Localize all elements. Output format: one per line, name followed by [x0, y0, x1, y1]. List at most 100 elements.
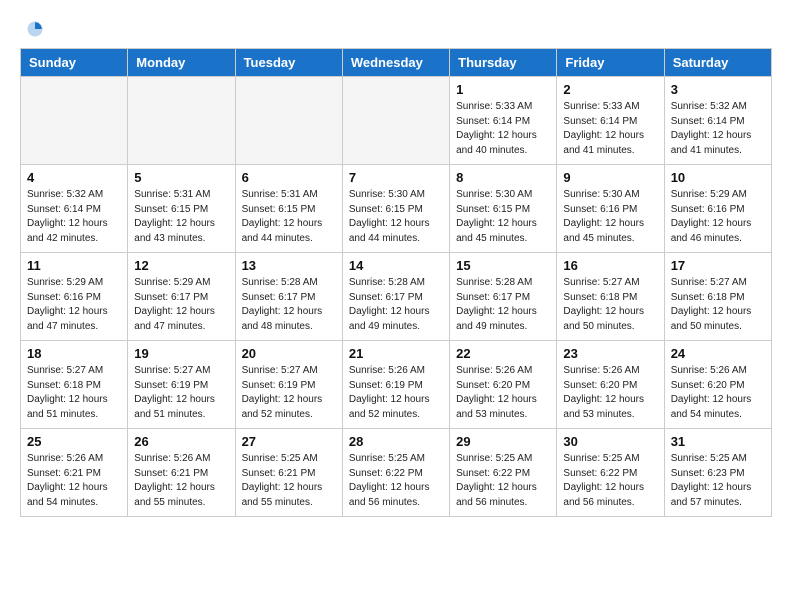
calendar-week-1: 1Sunrise: 5:33 AMSunset: 6:14 PMDaylight… — [21, 77, 772, 165]
day-info: Sunrise: 5:25 AMSunset: 6:22 PMDaylight:… — [349, 452, 443, 510]
day-info: Sunrise: 5:29 AMSunset: 6:17 PMDaylight:… — [134, 276, 228, 334]
day-info: Sunrise: 5:25 AMSunset: 6:21 PMDaylight:… — [242, 452, 336, 510]
day-info: Sunrise: 5:27 AMSunset: 6:18 PMDaylight:… — [563, 276, 657, 334]
day-number: 22 — [456, 346, 550, 361]
day-number: 29 — [456, 434, 550, 449]
day-number: 28 — [349, 434, 443, 449]
calendar-cell — [21, 77, 128, 165]
calendar-cell: 20 Sunrise: 5:27 AMSunset: 6:19 PMDayligh… — [235, 341, 342, 429]
weekday-header-wednesday: Wednesday — [342, 49, 449, 77]
calendar-cell: 10Sunrise: 5:29 AMSunset: 6:16 PMDayligh… — [664, 165, 771, 253]
calendar-cell: 16Sunrise: 5:27 AMSunset: 6:18 PMDayligh… — [557, 253, 664, 341]
calendar-cell: 24Sunrise: 5:26 AMSunset: 6:20 PMDayligh… — [664, 341, 771, 429]
calendar-cell: 13 Sunrise: 5:28 AMSunset: 6:17 PMDayligh… — [235, 253, 342, 341]
day-number: 12 — [134, 258, 228, 273]
calendar-cell: 12 Sunrise: 5:29 AMSunset: 6:17 PMDayligh… — [128, 253, 235, 341]
calendar-cell — [235, 77, 342, 165]
calendar-cell: 2 Sunrise: 5:33 AMSunset: 6:14 PMDaylight… — [557, 77, 664, 165]
day-info: Sunrise: 5:27 AMSunset: 6:19 PMDaylight:… — [242, 364, 336, 422]
day-number: 14 — [349, 258, 443, 273]
day-number: 2 — [563, 82, 657, 97]
calendar-cell: 18 Sunrise: 5:27 AMSunset: 6:18 PMDayligh… — [21, 341, 128, 429]
day-number: 21 — [349, 346, 443, 361]
calendar-cell: 1Sunrise: 5:33 AMSunset: 6:14 PMDaylight… — [450, 77, 557, 165]
day-info: Sunrise: 5:26 AMSunset: 6:20 PMDaylight:… — [563, 364, 657, 422]
calendar-cell: 14Sunrise: 5:28 AMSunset: 6:17 PMDayligh… — [342, 253, 449, 341]
calendar-cell: 7Sunrise: 5:30 AMSunset: 6:15 PMDaylight… — [342, 165, 449, 253]
day-number: 9 — [563, 170, 657, 185]
calendar-cell: 31 Sunrise: 5:25 AMSunset: 6:23 PMDayligh… — [664, 429, 771, 517]
calendar-cell: 29 Sunrise: 5:25 AMSunset: 6:22 PMDayligh… — [450, 429, 557, 517]
calendar-cell: 30 Sunrise: 5:25 AMSunset: 6:22 PMDayligh… — [557, 429, 664, 517]
day-number: 18 — [27, 346, 121, 361]
day-info: Sunrise: 5:31 AMSunset: 6:15 PMDaylight:… — [134, 188, 228, 246]
page-header — [20, 20, 772, 38]
calendar-cell: 23 Sunrise: 5:26 AMSunset: 6:20 PMDayligh… — [557, 341, 664, 429]
day-number: 8 — [456, 170, 550, 185]
day-number: 31 — [671, 434, 765, 449]
logo-icon — [26, 20, 44, 38]
day-number: 4 — [27, 170, 121, 185]
day-number: 26 — [134, 434, 228, 449]
weekday-header-tuesday: Tuesday — [235, 49, 342, 77]
weekday-header-sunday: Sunday — [21, 49, 128, 77]
calendar-cell: 27Sunrise: 5:25 AMSunset: 6:21 PMDayligh… — [235, 429, 342, 517]
calendar-week-5: 25 Sunrise: 5:26 AMSunset: 6:21 PMDayligh… — [21, 429, 772, 517]
calendar-cell: 21 Sunrise: 5:26 AMSunset: 6:19 PMDayligh… — [342, 341, 449, 429]
day-number: 15 — [456, 258, 550, 273]
day-number: 30 — [563, 434, 657, 449]
calendar-cell: 6 Sunrise: 5:31 AMSunset: 6:15 PMDaylight… — [235, 165, 342, 253]
weekday-header-monday: Monday — [128, 49, 235, 77]
weekday-header-friday: Friday — [557, 49, 664, 77]
calendar-table: SundayMondayTuesdayWednesdayThursdayFrid… — [20, 48, 772, 517]
day-info: Sunrise: 5:25 AMSunset: 6:22 PMDaylight:… — [563, 452, 657, 510]
day-info: Sunrise: 5:26 AMSunset: 6:20 PMDaylight:… — [456, 364, 550, 422]
day-info: Sunrise: 5:30 AMSunset: 6:15 PMDaylight:… — [456, 188, 550, 246]
weekday-header-saturday: Saturday — [664, 49, 771, 77]
calendar-cell: 17 Sunrise: 5:27 AMSunset: 6:18 PMDayligh… — [664, 253, 771, 341]
day-number: 3 — [671, 82, 765, 97]
day-info: Sunrise: 5:27 AMSunset: 6:18 PMDaylight:… — [671, 276, 765, 334]
calendar-week-2: 4 Sunrise: 5:32 AMSunset: 6:14 PMDaylight… — [21, 165, 772, 253]
calendar-cell: 9 Sunrise: 5:30 AMSunset: 6:16 PMDaylight… — [557, 165, 664, 253]
day-number: 17 — [671, 258, 765, 273]
calendar-cell: 5Sunrise: 5:31 AMSunset: 6:15 PMDaylight… — [128, 165, 235, 253]
calendar-cell: 25Sunrise: 5:26 AMSunset: 6:21 PMDayligh… — [21, 429, 128, 517]
day-number: 11 — [27, 258, 121, 273]
day-number: 6 — [242, 170, 336, 185]
day-info: Sunrise: 5:25 AMSunset: 6:22 PMDaylight:… — [456, 452, 550, 510]
day-info: Sunrise: 5:26 AMSunset: 6:19 PMDaylight:… — [349, 364, 443, 422]
calendar-cell: 22 Sunrise: 5:26 AMSunset: 6:20 PMDayligh… — [450, 341, 557, 429]
day-info: Sunrise: 5:27 AMSunset: 6:18 PMDaylight:… — [27, 364, 121, 422]
day-number: 24 — [671, 346, 765, 361]
day-info: Sunrise: 5:30 AMSunset: 6:16 PMDaylight:… — [563, 188, 657, 246]
day-info: Sunrise: 5:33 AMSunset: 6:14 PMDaylight:… — [456, 100, 550, 158]
calendar-cell: 19 Sunrise: 5:27 AMSunset: 6:19 PMDayligh… — [128, 341, 235, 429]
day-info: Sunrise: 5:32 AMSunset: 6:14 PMDaylight:… — [671, 100, 765, 158]
day-info: Sunrise: 5:29 AMSunset: 6:16 PMDaylight:… — [27, 276, 121, 334]
calendar-cell — [128, 77, 235, 165]
calendar-cell: 26 Sunrise: 5:26 AMSunset: 6:21 PMDayligh… — [128, 429, 235, 517]
day-info: Sunrise: 5:28 AMSunset: 6:17 PMDaylight:… — [242, 276, 336, 334]
day-info: Sunrise: 5:30 AMSunset: 6:15 PMDaylight:… — [349, 188, 443, 246]
day-info: Sunrise: 5:25 AMSunset: 6:23 PMDaylight:… — [671, 452, 765, 510]
day-info: Sunrise: 5:26 AMSunset: 6:21 PMDaylight:… — [134, 452, 228, 510]
day-number: 10 — [671, 170, 765, 185]
calendar-cell: 8 Sunrise: 5:30 AMSunset: 6:15 PMDaylight… — [450, 165, 557, 253]
day-info: Sunrise: 5:28 AMSunset: 6:17 PMDaylight:… — [456, 276, 550, 334]
day-info: Sunrise: 5:31 AMSunset: 6:15 PMDaylight:… — [242, 188, 336, 246]
weekday-header-thursday: Thursday — [450, 49, 557, 77]
day-info: Sunrise: 5:27 AMSunset: 6:19 PMDaylight:… — [134, 364, 228, 422]
calendar-cell: 11 Sunrise: 5:29 AMSunset: 6:16 PMDayligh… — [21, 253, 128, 341]
day-number: 19 — [134, 346, 228, 361]
day-number: 20 — [242, 346, 336, 361]
calendar-cell — [342, 77, 449, 165]
day-info: Sunrise: 5:32 AMSunset: 6:14 PMDaylight:… — [27, 188, 121, 246]
calendar-cell: 3 Sunrise: 5:32 AMSunset: 6:14 PMDaylight… — [664, 77, 771, 165]
day-number: 13 — [242, 258, 336, 273]
day-number: 23 — [563, 346, 657, 361]
day-info: Sunrise: 5:33 AMSunset: 6:14 PMDaylight:… — [563, 100, 657, 158]
logo — [20, 20, 44, 38]
calendar-cell: 15 Sunrise: 5:28 AMSunset: 6:17 PMDayligh… — [450, 253, 557, 341]
day-number: 25 — [27, 434, 121, 449]
